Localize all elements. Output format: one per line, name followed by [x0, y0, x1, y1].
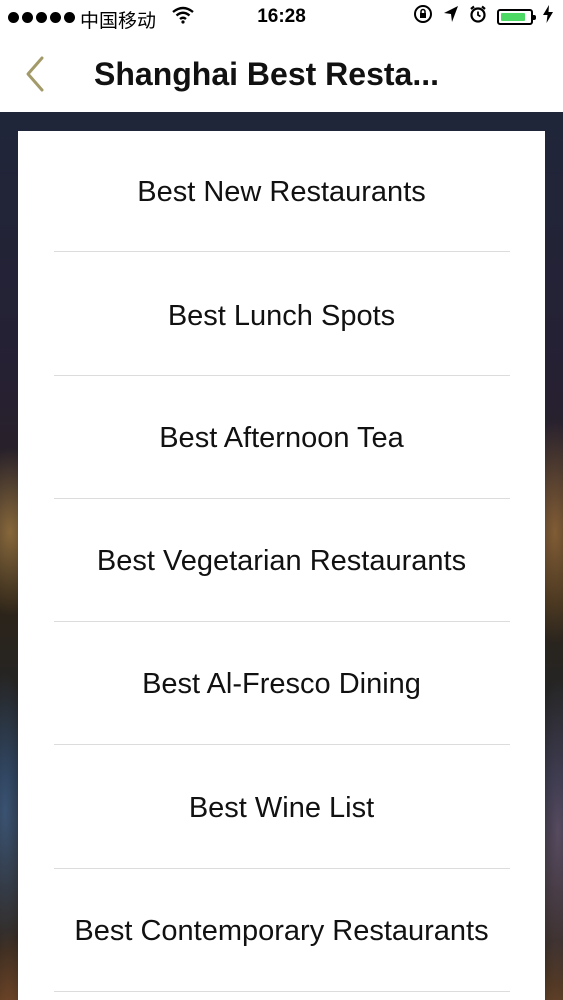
divider [54, 375, 510, 376]
location-arrow-icon [443, 5, 459, 29]
divider [54, 868, 510, 869]
list-item-label: Best Afternoon Tea [159, 422, 404, 454]
list-item-label: Best Contemporary Restaurants [74, 915, 489, 947]
divider [54, 251, 510, 252]
category-list: Best New Restaurants Best Lunch Spots Be… [18, 131, 545, 1000]
back-button[interactable] [18, 54, 54, 94]
list-item-best-contemporary-restaurants[interactable]: Best Contemporary Restaurants [18, 870, 545, 993]
list-item-best-vegetarian-restaurants[interactable]: Best Vegetarian Restaurants [18, 500, 545, 623]
list-item-best-new-restaurants[interactable]: Best New Restaurants [18, 131, 545, 254]
list-item-label: Best Al-Fresco Dining [142, 668, 421, 700]
list-item-label: Best Lunch Spots [167, 300, 396, 332]
list-item-best-lunch-spots[interactable]: Best Lunch Spots [18, 255, 545, 378]
divider [54, 498, 510, 499]
battery-fill [501, 13, 525, 21]
list-item-best-al-fresco-dining[interactable]: Best Al-Fresco Dining [18, 623, 545, 746]
rotation-lock-icon [413, 4, 433, 30]
divider [54, 621, 510, 622]
list-item-label: Best Vegetarian Restaurants [96, 545, 467, 577]
list-item-label: Best Wine List [188, 792, 375, 824]
divider [54, 744, 510, 745]
list-item-best-wine-list[interactable]: Best Wine List [18, 747, 545, 870]
navigation-bar: Shanghai Best Resta... [0, 36, 563, 112]
divider [54, 991, 510, 992]
list-item-best-afternoon-tea[interactable]: Best Afternoon Tea [18, 377, 545, 500]
charging-bolt-icon [543, 5, 553, 29]
page-title: Shanghai Best Resta... [94, 56, 439, 92]
chevron-left-icon [26, 56, 44, 92]
status-icons [413, 4, 553, 30]
app-screen: 中国移动 16:28 Shanghai Best Resta... Best N… [0, 0, 563, 1000]
alarm-clock-icon [469, 5, 487, 29]
status-bar: 中国移动 16:28 [0, 0, 563, 36]
battery-icon [497, 9, 536, 25]
list-item-label: Best New Restaurants [137, 176, 426, 208]
